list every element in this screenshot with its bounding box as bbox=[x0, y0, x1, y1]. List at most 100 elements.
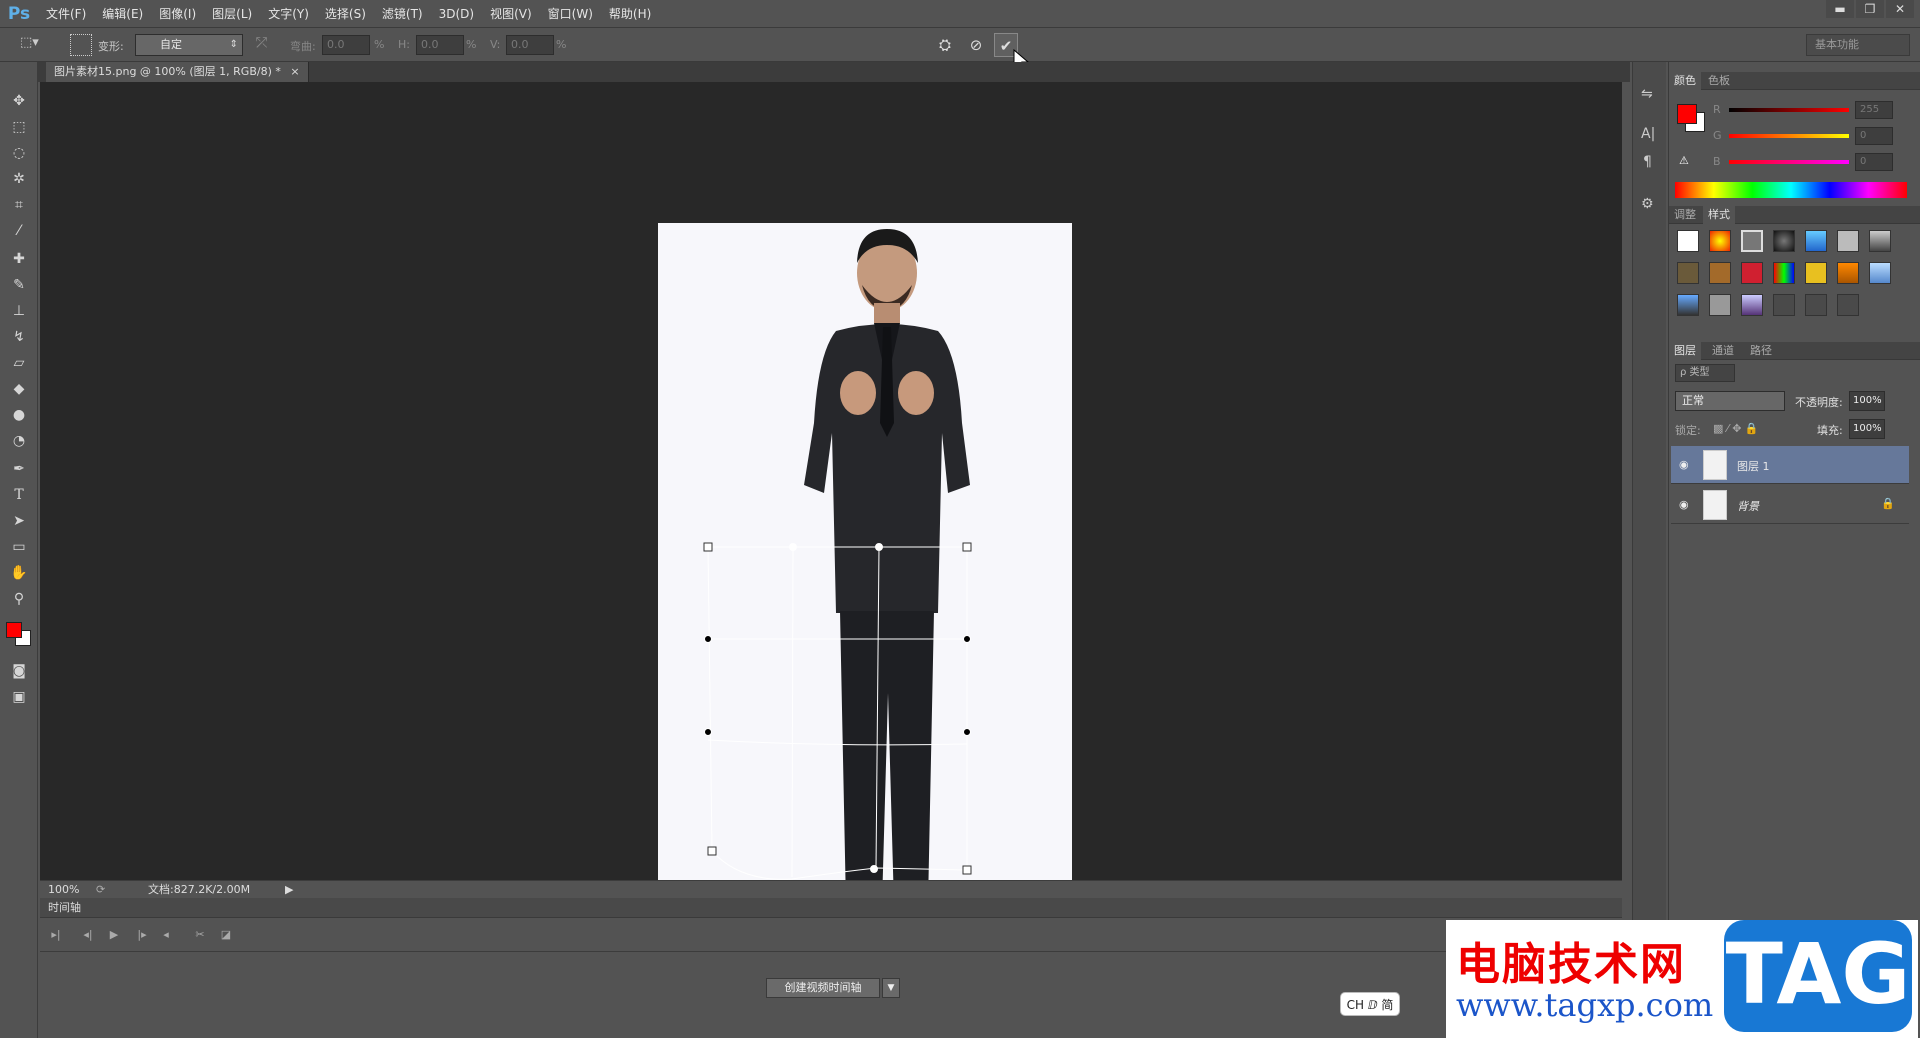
style-swatch[interactable] bbox=[1741, 294, 1763, 316]
tab-layers[interactable]: 图层 bbox=[1669, 342, 1701, 360]
brush-tool-icon[interactable]: ✎ bbox=[7, 274, 31, 296]
style-swatch[interactable] bbox=[1805, 230, 1827, 252]
eyedropper-tool-icon[interactable]: ⁄ bbox=[7, 220, 31, 242]
transform-tool-icon[interactable]: ⬚▾ bbox=[20, 35, 50, 55]
style-none[interactable] bbox=[1677, 230, 1699, 252]
magic-wand-tool-icon[interactable]: ✲ bbox=[7, 168, 31, 190]
menu-help[interactable]: 帮助(H) bbox=[601, 0, 659, 28]
zoom-tool-icon[interactable]: ⚲ bbox=[7, 588, 31, 610]
warp-style-select[interactable]: 自定 bbox=[135, 34, 243, 56]
channel-b-value[interactable]: 0 bbox=[1855, 153, 1893, 171]
crop-tool-icon[interactable]: ⌗ bbox=[7, 194, 31, 216]
tab-adjustments[interactable]: 调整 bbox=[1669, 206, 1701, 224]
stamp-tool-icon[interactable]: ⊥ bbox=[7, 300, 31, 322]
hand-tool-icon[interactable]: ✋ bbox=[7, 562, 31, 584]
style-swatch[interactable] bbox=[1837, 230, 1859, 252]
minimize-button[interactable]: ▬ bbox=[1826, 0, 1854, 18]
dodge-tool-icon[interactable]: ◔ bbox=[7, 430, 31, 452]
menu-view[interactable]: 视图(V) bbox=[482, 0, 540, 28]
quick-mask-icon[interactable]: ◙ bbox=[7, 660, 31, 682]
eraser-tool-icon[interactable]: ▱ bbox=[7, 352, 31, 374]
transition-icon[interactable]: ◪ bbox=[216, 926, 236, 944]
menu-3d[interactable]: 3D(D) bbox=[431, 0, 482, 28]
style-swatch[interactable] bbox=[1837, 262, 1859, 284]
document-tab[interactable]: 图片素材15.png @ 100% (图层 1, RGB/8) * × bbox=[46, 62, 309, 82]
menu-type[interactable]: 文字(Y) bbox=[260, 0, 317, 28]
style-swatch[interactable] bbox=[1741, 262, 1763, 284]
next-frame-icon[interactable]: |▸ bbox=[132, 926, 152, 944]
style-swatch[interactable] bbox=[1773, 230, 1795, 252]
tab-channels[interactable]: 通道 bbox=[1707, 342, 1739, 360]
style-swatch[interactable] bbox=[1869, 230, 1891, 252]
status-menu-arrow-icon[interactable]: ▶ bbox=[285, 881, 293, 898]
first-frame-icon[interactable]: ▸| bbox=[46, 926, 66, 944]
lasso-tool-icon[interactable]: ◌ bbox=[7, 142, 31, 164]
status-refresh-icon[interactable]: ⟳ bbox=[96, 881, 105, 898]
style-swatch[interactable] bbox=[1773, 294, 1795, 316]
workspace-select[interactable]: 基本功能 bbox=[1806, 34, 1910, 56]
visibility-eye-icon[interactable]: ◉ bbox=[1679, 498, 1689, 511]
spectrum-bar[interactable] bbox=[1675, 182, 1907, 198]
warp-orientation-icon[interactable]: ⤱ bbox=[256, 35, 267, 51]
paragraph-panel-icon[interactable]: ¶ bbox=[1643, 154, 1652, 170]
menu-image[interactable]: 图像(I) bbox=[151, 0, 204, 28]
properties-panel-icon[interactable]: ⚙ bbox=[1641, 196, 1654, 212]
menu-select[interactable]: 选择(S) bbox=[317, 0, 374, 28]
shape-tool-icon[interactable]: ▭ bbox=[7, 536, 31, 558]
style-swatch[interactable] bbox=[1805, 262, 1827, 284]
tab-swatches[interactable]: 色板 bbox=[1703, 72, 1735, 90]
split-scissors-icon[interactable]: ✂ bbox=[190, 926, 210, 944]
canvas-area[interactable] bbox=[40, 82, 1622, 905]
channel-g-slider[interactable] bbox=[1729, 134, 1849, 138]
tab-color[interactable]: 颜色 bbox=[1669, 72, 1701, 90]
previous-frame-icon[interactable]: ◂| bbox=[78, 926, 98, 944]
lock-icons[interactable]: ▩ ⁄ ✥ 🔒 bbox=[1713, 422, 1759, 435]
fill-input[interactable]: 100% bbox=[1849, 419, 1885, 439]
warp-mode-toggle-icon[interactable]: ⛭ bbox=[933, 33, 957, 57]
tab-styles[interactable]: 样式 bbox=[1703, 206, 1735, 224]
warp-mesh[interactable] bbox=[40, 82, 1622, 880]
gamut-warning-icon[interactable]: ⚠ bbox=[1679, 154, 1693, 167]
channel-g-value[interactable]: 0 bbox=[1855, 127, 1893, 145]
style-swatch[interactable] bbox=[1869, 262, 1891, 284]
channel-r-slider[interactable] bbox=[1729, 108, 1849, 112]
type-tool-icon[interactable]: T bbox=[7, 484, 31, 506]
style-swatch[interactable] bbox=[1709, 262, 1731, 284]
close-button[interactable]: ✕ bbox=[1886, 0, 1914, 18]
menu-filter[interactable]: 滤镜(T) bbox=[374, 0, 431, 28]
move-tool-icon[interactable]: ✥ bbox=[7, 90, 31, 112]
character-panel-icon[interactable]: A| bbox=[1641, 126, 1655, 142]
blur-tool-icon[interactable]: ● bbox=[7, 404, 31, 426]
zoom-level[interactable]: 100% bbox=[48, 881, 79, 898]
document-tab-close[interactable]: × bbox=[290, 65, 299, 78]
channel-b-slider[interactable] bbox=[1729, 160, 1849, 164]
foreground-color-swatch[interactable] bbox=[6, 622, 22, 638]
layer-row[interactable]: ◉ 背景 🔒 bbox=[1671, 486, 1909, 524]
tab-paths[interactable]: 路径 bbox=[1745, 342, 1777, 360]
play-icon[interactable]: ▶ bbox=[104, 926, 124, 944]
layer-filter-select[interactable]: ρ 类型 bbox=[1675, 364, 1735, 382]
path-selection-tool-icon[interactable]: ➤ bbox=[7, 510, 31, 532]
reference-point-icon[interactable] bbox=[70, 34, 92, 56]
marquee-tool-icon[interactable]: ⬚ bbox=[7, 116, 31, 138]
create-timeline-dropdown-icon[interactable]: ▼ bbox=[882, 978, 900, 998]
screen-mode-icon[interactable]: ▣ bbox=[7, 686, 31, 708]
menu-file[interactable]: 文件(F) bbox=[38, 0, 94, 28]
audio-icon[interactable]: ◂ bbox=[156, 926, 176, 944]
style-swatch[interactable] bbox=[1709, 294, 1731, 316]
ime-indicator[interactable]: CH ⅅ 简 bbox=[1340, 992, 1400, 1016]
bend-input[interactable]: 0.0 bbox=[322, 35, 370, 55]
opacity-input[interactable]: 100% bbox=[1849, 391, 1885, 411]
style-swatch[interactable] bbox=[1837, 294, 1859, 316]
history-brush-tool-icon[interactable]: ↯ bbox=[7, 326, 31, 348]
menu-layer[interactable]: 图层(L) bbox=[204, 0, 260, 28]
layer-row[interactable]: ◉ 图层 1 bbox=[1671, 446, 1909, 484]
color-panel-foreground[interactable] bbox=[1677, 104, 1697, 124]
pen-tool-icon[interactable]: ✒ bbox=[7, 458, 31, 480]
h-input[interactable]: 0.0 bbox=[416, 35, 464, 55]
menu-window[interactable]: 窗口(W) bbox=[540, 0, 601, 28]
paint-bucket-tool-icon[interactable]: ◆ bbox=[7, 378, 31, 400]
style-swatch[interactable] bbox=[1741, 230, 1763, 252]
style-swatch[interactable] bbox=[1709, 230, 1731, 252]
style-swatch[interactable] bbox=[1773, 262, 1795, 284]
